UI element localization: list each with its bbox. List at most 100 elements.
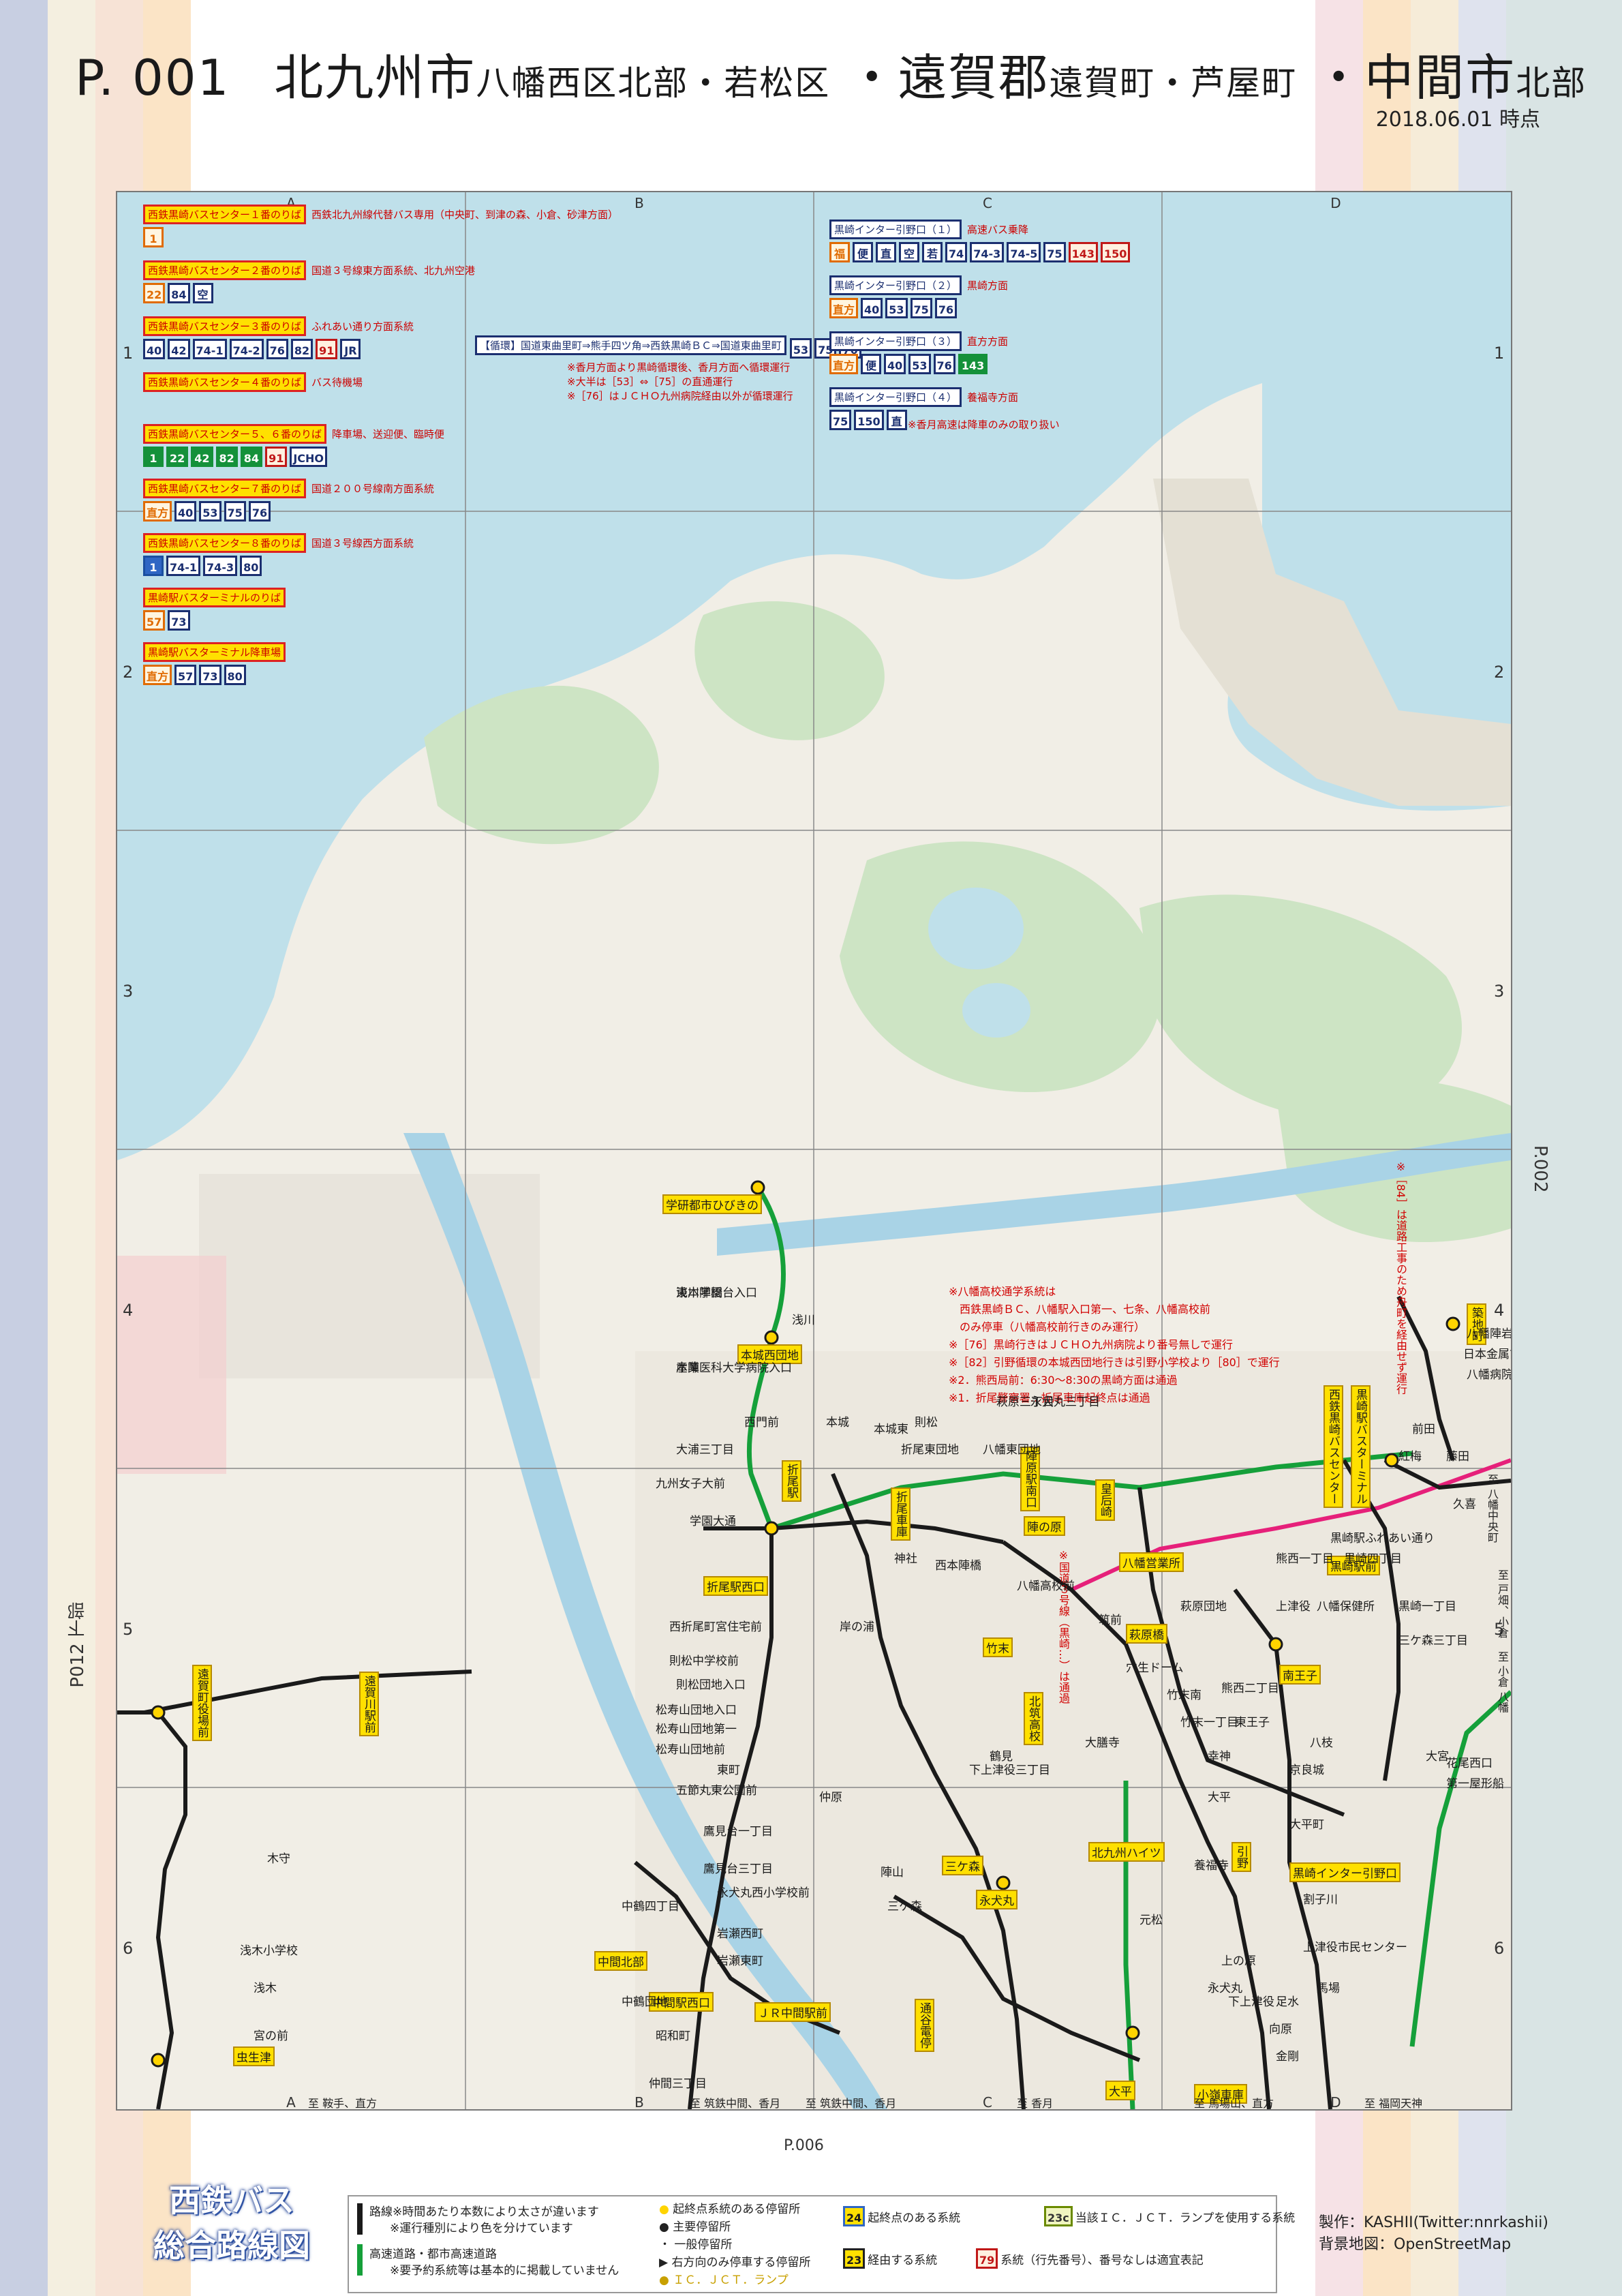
place-label[interactable]: 久喜 bbox=[1453, 1494, 1476, 1511]
place-label[interactable]: 上津役 bbox=[1276, 1597, 1311, 1614]
place-label[interactable]: 仲間三丁目 bbox=[649, 2074, 707, 2091]
place-label[interactable]: 足水 bbox=[1276, 1992, 1299, 2009]
place-label[interactable]: 黒崎一丁目 bbox=[1398, 1597, 1456, 1614]
bus-center-4[interactable]: 西鉄黒崎バスセンター４番のりば バス待機場 bbox=[143, 372, 363, 392]
place-haraguchi[interactable]: 萩原橋 bbox=[1126, 1624, 1167, 1644]
ic-box-2[interactable]: 黒崎インター引野口（２） 黒崎方面 直方 40 53 75 76 bbox=[829, 275, 1008, 318]
place-label[interactable]: 永犬丸 bbox=[1208, 1978, 1242, 1995]
place-jr-nakama[interactable]: ＪＲ中間駅前 bbox=[754, 2002, 831, 2022]
place-label[interactable]: 京良城 bbox=[1289, 1760, 1324, 1777]
place-onga-town-office[interactable]: 遠賀町役場前 bbox=[192, 1665, 212, 1741]
place-label[interactable]: 木守 bbox=[267, 1849, 290, 1866]
place-kurosaki-ic[interactable]: 黒崎インター引野口 bbox=[1289, 1862, 1401, 1882]
place-label[interactable]: 大宮 bbox=[1426, 1747, 1449, 1764]
place-gakken-toshi[interactable]: 学研都市ひびきの bbox=[662, 1194, 762, 1214]
place-label[interactable]: 西門前 bbox=[744, 1413, 779, 1430]
place-label[interactable]: 八幡陣岩前 bbox=[1467, 1324, 1511, 1341]
place-label[interactable]: 本陣 bbox=[676, 1358, 699, 1375]
place-orio-station[interactable]: 折尾駅 bbox=[782, 1460, 801, 1502]
place-label[interactable]: 九州女子大前 bbox=[656, 1474, 725, 1491]
place-orio-garage[interactable]: 折尾車庫 bbox=[891, 1487, 911, 1541]
place-label[interactable]: 松寿山団地第一 bbox=[656, 1719, 737, 1736]
bus-center-8[interactable]: 黒崎駅バスターミナルのりば 57 73 bbox=[143, 588, 286, 631]
place-minami-oji[interactable]: 南王子 bbox=[1279, 1665, 1321, 1685]
place-label[interactable]: 東王子 bbox=[1235, 1712, 1270, 1729]
place-jinnohara[interactable]: 陣の原 bbox=[1024, 1516, 1065, 1536]
place-nakama-north[interactable]: 中間北部 bbox=[594, 1951, 647, 1971]
place-hikino[interactable]: 引野 bbox=[1231, 1842, 1251, 1872]
ic-box-3[interactable]: 黒崎インター引野口（３） 直方方面 直方便 40 53 76 143 bbox=[829, 331, 1008, 374]
place-label[interactable]: 浅木小学校 bbox=[240, 1941, 298, 1958]
place-kougasaki[interactable]: 皇后崎 bbox=[1095, 1479, 1115, 1521]
place-label[interactable]: 向原 bbox=[1269, 2019, 1292, 2036]
place-label[interactable]: 日本金属前 bbox=[1463, 1344, 1511, 1361]
place-label[interactable]: 黒崎駅ふれあい通り bbox=[1330, 1528, 1435, 1545]
place-label[interactable]: 則松中学校前 bbox=[669, 1651, 739, 1668]
bus-center-9[interactable]: 黒崎駅バスターミナル降車場 直方 57 73 80 bbox=[143, 642, 286, 685]
place-label[interactable]: 萩原団地 bbox=[1180, 1597, 1227, 1614]
place-label[interactable]: 竹末南 bbox=[1167, 1685, 1202, 1702]
place-label[interactable]: 八幡病院 bbox=[1467, 1365, 1511, 1382]
place-label[interactable]: 鷹見台三丁目 bbox=[703, 1859, 773, 1876]
place-label[interactable]: 養福寺 bbox=[1194, 1856, 1229, 1873]
place-label[interactable]: 筑前 bbox=[1099, 1610, 1122, 1627]
place-label[interactable]: 中鶴団地 bbox=[622, 1992, 668, 2009]
bus-center-1[interactable]: 西鉄黒崎バスセンター１番のりば 西鉄北九州線代替バス専用（中央町、到津の森、小倉、… bbox=[143, 205, 618, 247]
place-label[interactable]: 紅梅 bbox=[1398, 1447, 1422, 1464]
place-label[interactable]: 永犬丸西小学校前 bbox=[717, 1883, 810, 1900]
place-kurosaki-terminal[interactable]: 黒崎駅バスターミナル bbox=[1351, 1385, 1371, 1508]
place-label[interactable]: 幸神 bbox=[1208, 1747, 1231, 1764]
bus-center-6[interactable]: 西鉄黒崎バスセンター７番のりば 国道２００号線南方面系統 直方 40 53 75 76 bbox=[143, 479, 434, 522]
place-label[interactable]: 大浦三丁目 bbox=[676, 1440, 734, 1457]
place-label[interactable]: 陣山 bbox=[881, 1862, 904, 1879]
place-label[interactable]: 八幡高校前 bbox=[1017, 1576, 1075, 1593]
place-label[interactable]: 熊西一丁目 bbox=[1276, 1549, 1334, 1566]
place-label[interactable]: 岩瀬東町 bbox=[717, 1951, 763, 1968]
place-label[interactable]: 神社 bbox=[894, 1549, 917, 1566]
place-label[interactable]: 五節丸東公園前 bbox=[676, 1781, 757, 1798]
place-label[interactable]: 馬場 bbox=[1317, 1978, 1340, 1995]
place-label[interactable]: 元松 bbox=[1139, 1910, 1163, 1927]
place-label[interactable]: 鷹見台一丁目 bbox=[703, 1822, 773, 1839]
route-map[interactable]: A B C D A B C D 1 2 3 4 5 6 1 2 3 4 5 6 … bbox=[116, 191, 1512, 2111]
place-label[interactable]: 花尾西口 bbox=[1446, 1753, 1493, 1770]
place-label[interactable]: 松寿山団地前 bbox=[656, 1740, 725, 1757]
place-ongagawa-station[interactable]: 遠賀川駅前 bbox=[359, 1672, 379, 1736]
place-label[interactable]: 東本陣橋 bbox=[676, 1283, 722, 1300]
place-label[interactable]: 大膳寺 bbox=[1085, 1733, 1120, 1750]
place-label[interactable]: 第一屋形船 bbox=[1446, 1774, 1504, 1791]
place-label[interactable]: 折尾東団地 bbox=[901, 1440, 959, 1457]
place-takesue[interactable]: 竹末 bbox=[983, 1637, 1013, 1657]
place-label[interactable]: 浅木 bbox=[254, 1978, 277, 1995]
place-ohira[interactable]: 大平 bbox=[1105, 2081, 1135, 2100]
place-label[interactable]: 本城 bbox=[826, 1413, 849, 1430]
place-label[interactable]: 八枝 bbox=[1310, 1733, 1333, 1750]
place-label[interactable]: 宮の前 bbox=[254, 2026, 288, 2043]
loop-box[interactable]: 【循環】国道東曲里町⇒熊手四ツ角⇒西鉄黒崎ＢＣ⇒国道東曲里町 537576 ※香… bbox=[475, 335, 864, 402]
place-label[interactable]: 割子川 bbox=[1303, 1890, 1338, 1907]
place-label[interactable]: 学園大通 bbox=[690, 1511, 736, 1528]
place-label[interactable]: 則松 bbox=[915, 1413, 938, 1430]
place-label[interactable]: 金剛 bbox=[1276, 2046, 1299, 2064]
place-label[interactable]: 三ケ森 bbox=[887, 1897, 922, 1914]
bus-center-3[interactable]: 西鉄黒崎バスセンター３番のりば ふれあい通り方面系統 40 42 74-1 74-2 76 8… bbox=[143, 316, 414, 359]
place-yahata-depot[interactable]: 八幡営業所 bbox=[1119, 1552, 1184, 1572]
place-label[interactable]: 黒崎四丁目 bbox=[1344, 1549, 1402, 1566]
place-label[interactable]: 藤田 bbox=[1446, 1447, 1469, 1464]
place-hokuchiku-high[interactable]: 北筑高校 bbox=[1024, 1692, 1043, 1745]
ic-box-1[interactable]: 黒崎インター引野口（１） 高速バス乗降福便直空若 74 74-3 74-5 75 143 15… bbox=[829, 220, 1133, 262]
place-mushozu[interactable]: 虫生津 bbox=[233, 2046, 275, 2066]
place-sangamori[interactable]: 三ケ森 bbox=[942, 1856, 983, 1875]
place-label[interactable]: 中鶴四丁目 bbox=[622, 1897, 679, 1914]
place-label[interactable]: 岩瀬西町 bbox=[717, 1924, 763, 1941]
place-label[interactable]: 三ケ森三丁目 bbox=[1398, 1631, 1468, 1648]
place-label[interactable]: 仲原 bbox=[819, 1787, 842, 1804]
place-label[interactable]: 萩原三丁目 bbox=[996, 1392, 1054, 1409]
place-label[interactable]: 大平町 bbox=[1289, 1815, 1324, 1832]
place-orio-west[interactable]: 折尾駅西口 bbox=[703, 1576, 768, 1596]
place-label[interactable]: 大平 bbox=[1208, 1787, 1231, 1804]
bus-center-5[interactable]: 西鉄黒崎バスセンター５、６番のりば 降車場、送迎便、臨時便 1 22 42 82 84 91 J… bbox=[143, 424, 444, 467]
place-label[interactable]: 岸の浦 bbox=[840, 1617, 874, 1634]
place-label[interactable]: 前田 bbox=[1412, 1419, 1435, 1436]
place-label[interactable]: 八幡保健所 bbox=[1317, 1597, 1375, 1614]
